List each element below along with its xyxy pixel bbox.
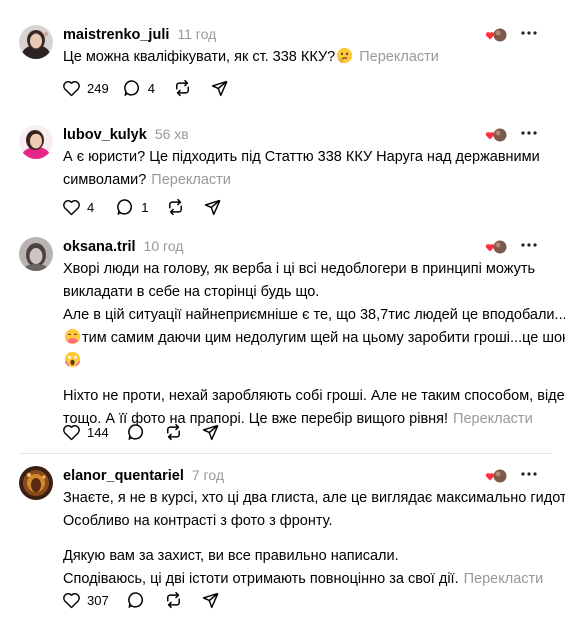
timestamp: 56 хв bbox=[154, 126, 189, 142]
divider bbox=[19, 453, 552, 454]
comment-icon bbox=[127, 424, 143, 440]
reply-count: 4 bbox=[147, 80, 155, 96]
reply-count: 1 bbox=[141, 199, 149, 215]
heart-icon bbox=[63, 593, 80, 609]
text-line: символами? bbox=[63, 172, 147, 188]
action-bar: 249 4 bbox=[62, 77, 229, 99]
text-line: Це можна кваліфікувати, як ст. 338 ККУ? bbox=[63, 49, 336, 65]
translate-link[interactable]: Перекласти bbox=[359, 49, 439, 65]
avatar[interactable] bbox=[19, 25, 53, 59]
screaming-face-emoji-icon bbox=[64, 351, 81, 368]
send-icon bbox=[211, 80, 228, 97]
text-line: Особливо на контрасті з фото з фронту. bbox=[63, 513, 333, 529]
repost-button[interactable] bbox=[164, 591, 183, 609]
text-line: Знаєте, я не в курсі, хто ці два глиста,… bbox=[63, 490, 565, 506]
username[interactable]: lubov_kulyk bbox=[63, 127, 147, 143]
comment-text: А є юристи? Це підходить під Статтю 338 … bbox=[63, 146, 541, 192]
repost-icon bbox=[166, 423, 180, 441]
like-button[interactable]: 307 bbox=[62, 591, 109, 609]
repost-icon bbox=[169, 198, 183, 216]
reply-button[interactable]: 1 bbox=[116, 198, 148, 216]
action-bar: 144 bbox=[62, 421, 220, 443]
heart-icon bbox=[63, 200, 80, 216]
repost-button[interactable] bbox=[173, 79, 192, 97]
text-line: Але в цій ситуації найнеприємніше є те, … bbox=[63, 307, 565, 323]
comment-text: Це можна кваліфікувати, як ст. 338 ККУ? П… bbox=[63, 46, 541, 69]
more-options-icon[interactable] bbox=[518, 237, 540, 255]
heart-icon bbox=[63, 81, 80, 97]
like-count: 144 bbox=[87, 424, 109, 440]
like-button[interactable]: 249 bbox=[62, 79, 109, 97]
like-count: 249 bbox=[87, 80, 109, 96]
comment-text: Знаєте, я не в курсі, хто ці два глиста,… bbox=[63, 487, 565, 591]
face-with-hand-emoji-icon bbox=[64, 328, 81, 345]
share-button[interactable] bbox=[201, 591, 220, 609]
author-liked-icon bbox=[485, 239, 507, 255]
comment-icon bbox=[117, 199, 133, 215]
like-button[interactable]: 144 bbox=[62, 423, 109, 441]
comments-feed: maistrenko_juli 11 год Це можна кваліфік… bbox=[0, 0, 565, 632]
send-icon bbox=[205, 199, 222, 216]
translate-link[interactable]: Перекласти bbox=[453, 411, 533, 427]
author-liked-icon bbox=[485, 468, 507, 484]
text-line: Хворі люди на голову, як верба і ці всі … bbox=[63, 261, 536, 277]
more-options-icon[interactable] bbox=[518, 466, 540, 484]
text-line: Ніхто не проти, нехай заробляють собі гр… bbox=[63, 388, 565, 404]
username[interactable]: elanor_quentariel bbox=[63, 468, 184, 484]
like-count: 4 bbox=[87, 199, 95, 215]
share-button[interactable] bbox=[203, 198, 222, 216]
author-liked-icon bbox=[485, 27, 507, 43]
reply-button[interactable] bbox=[127, 591, 146, 609]
comment-icon bbox=[127, 592, 143, 608]
timestamp: 10 год bbox=[143, 238, 184, 254]
thinking-face-emoji-icon bbox=[337, 47, 353, 64]
like-count: 307 bbox=[87, 592, 109, 608]
more-options-icon[interactable] bbox=[518, 25, 540, 43]
timestamp: 11 год bbox=[177, 26, 217, 42]
username[interactable]: oksana.tril bbox=[63, 239, 136, 255]
text-line: А є юристи? Це підходить під Статтю 338 … bbox=[63, 149, 540, 165]
comment-icon bbox=[123, 80, 139, 96]
text-line: Дякую вам за захист, ви все правильно на… bbox=[63, 548, 399, 564]
avatar[interactable] bbox=[19, 237, 53, 271]
repost-icon bbox=[175, 79, 189, 97]
text-line: Сподіваюсь, ці дві істоти отримають повн… bbox=[63, 571, 459, 587]
avatar[interactable] bbox=[19, 466, 53, 500]
avatar[interactable] bbox=[19, 125, 53, 159]
action-bar: 4 1 bbox=[62, 196, 222, 218]
comment-text: Хворі люди на голову, як верба і ці всі … bbox=[63, 258, 565, 431]
send-icon bbox=[202, 424, 219, 441]
timestamp: 7 год bbox=[191, 467, 224, 483]
repost-button[interactable] bbox=[164, 423, 183, 441]
translate-link[interactable]: Перекласти bbox=[464, 571, 544, 587]
send-icon bbox=[202, 592, 219, 609]
action-bar: 307 bbox=[62, 589, 220, 611]
author-liked-icon bbox=[485, 127, 507, 143]
text-line: викладати в себе на сторінці будь що. bbox=[63, 284, 320, 300]
more-options-icon[interactable] bbox=[518, 125, 540, 143]
username[interactable]: maistrenko_juli bbox=[63, 27, 169, 43]
reply-button[interactable]: 4 bbox=[123, 79, 155, 97]
text-line: тим самим даючи цим недолугим щей на цьо… bbox=[82, 330, 565, 346]
translate-link[interactable]: Перекласти bbox=[151, 172, 231, 188]
heart-icon bbox=[63, 425, 80, 441]
share-button[interactable] bbox=[210, 79, 229, 97]
repost-button[interactable] bbox=[166, 198, 185, 216]
like-button[interactable]: 4 bbox=[62, 198, 94, 216]
repost-icon bbox=[166, 591, 180, 609]
share-button[interactable] bbox=[201, 423, 220, 441]
reply-button[interactable] bbox=[127, 423, 146, 441]
